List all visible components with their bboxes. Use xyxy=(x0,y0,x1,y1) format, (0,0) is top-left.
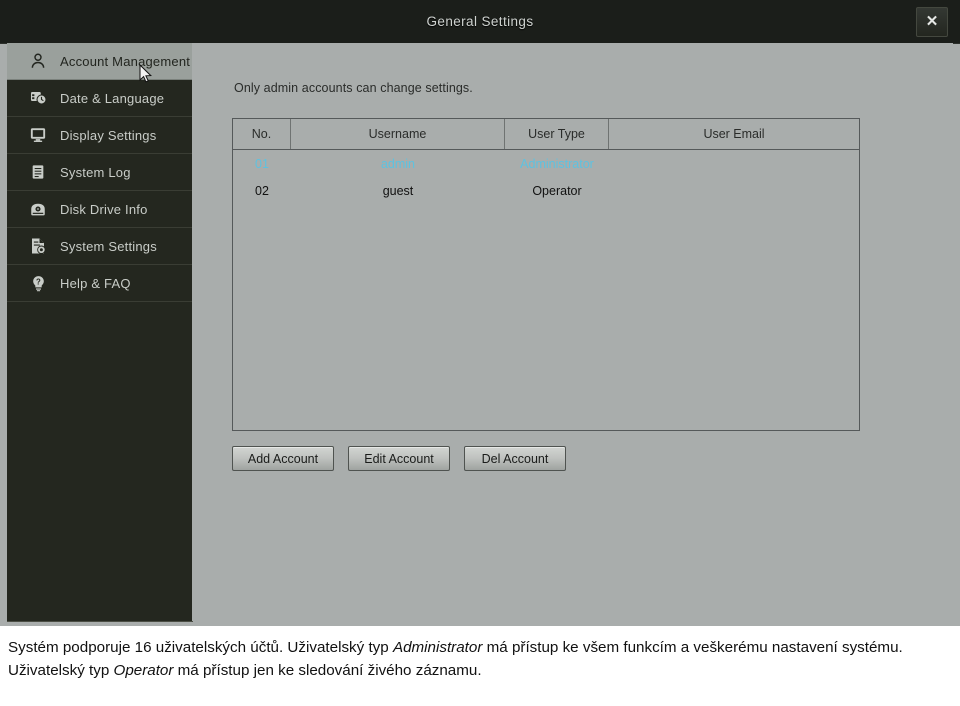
del-account-button[interactable]: Del Account xyxy=(464,446,566,471)
document-list-icon xyxy=(27,161,49,183)
account-table: No. Username User Type User Email 01 adm… xyxy=(232,118,860,431)
main-content-panel: Only admin accounts can change settings.… xyxy=(192,43,953,621)
caption-emphasis-operator: Operator xyxy=(113,662,174,679)
cell-no: 01 xyxy=(255,156,269,171)
cell-useremail xyxy=(609,177,859,204)
device-settings-window: General Settings ✕ Account Management Da… xyxy=(0,0,960,626)
cell-useremail xyxy=(609,150,859,177)
sidebar-item-label: Account Management xyxy=(60,53,191,69)
sidebar-item-label: System Log xyxy=(60,164,131,180)
window-titlebar: General Settings ✕ xyxy=(0,0,960,44)
add-account-button[interactable]: Add Account xyxy=(232,446,334,471)
svg-text:?: ? xyxy=(36,277,41,286)
sidebar-item-help-faq[interactable]: ? Help & FAQ xyxy=(7,265,192,302)
caption-part-1: Systém podporuje 16 uživatelských účtů. … xyxy=(8,639,393,656)
sidebar-item-label: Date & Language xyxy=(60,90,165,106)
cell-no: 02 xyxy=(255,183,269,198)
caption-emphasis-administrator: Administrator xyxy=(392,639,483,656)
cell-usertype: Administrator xyxy=(520,156,594,171)
document-gear-icon xyxy=(27,235,49,257)
sidebar-nav: Account Management Date & Language Displ… xyxy=(7,43,193,622)
table-header-row: No. Username User Type User Email xyxy=(233,119,859,150)
caption-part-3: má přístup jen ke sledování živého zázna… xyxy=(173,662,482,679)
column-header-usertype[interactable]: User Type xyxy=(505,119,609,149)
table-row[interactable]: 02 guest Operator xyxy=(233,177,859,204)
calendar-clock-icon xyxy=(27,87,49,109)
sidebar-item-display-settings[interactable]: Display Settings xyxy=(7,117,192,154)
column-header-useremail[interactable]: User Email xyxy=(609,119,859,149)
column-header-username[interactable]: Username xyxy=(291,119,505,149)
account-action-buttons: Add Account Edit Account Del Account xyxy=(232,446,566,471)
user-icon xyxy=(27,50,49,72)
cell-username: admin xyxy=(380,156,416,171)
sidebar-item-label: Disk Drive Info xyxy=(60,201,148,217)
sidebar-item-label: Help & FAQ xyxy=(60,275,131,291)
question-bulb-icon: ? xyxy=(27,272,49,294)
admin-notice-text: Only admin accounts can change settings. xyxy=(234,81,473,95)
disk-drive-icon xyxy=(27,198,49,220)
close-icon[interactable]: ✕ xyxy=(916,7,948,37)
sidebar-item-system-log[interactable]: System Log xyxy=(7,154,192,191)
cell-username: guest xyxy=(382,183,414,198)
cell-usertype: Operator xyxy=(532,183,582,198)
sidebar-item-system-settings[interactable]: System Settings xyxy=(7,228,192,265)
table-row[interactable]: 01 admin Administrator xyxy=(233,150,859,177)
monitor-icon xyxy=(27,124,49,146)
window-title: General Settings xyxy=(426,14,534,29)
edit-account-button[interactable]: Edit Account xyxy=(348,446,450,471)
sidebar-item-label: Display Settings xyxy=(60,127,157,143)
caption-text: Systém podporuje 16 uživatelských účtů. … xyxy=(0,632,960,682)
sidebar-item-label: System Settings xyxy=(60,238,157,254)
column-header-no[interactable]: No. xyxy=(233,119,291,149)
sidebar-item-account-management[interactable]: Account Management xyxy=(7,43,192,80)
sidebar-item-disk-drive-info[interactable]: Disk Drive Info xyxy=(7,191,192,228)
sidebar-item-date-language[interactable]: Date & Language xyxy=(7,80,192,117)
